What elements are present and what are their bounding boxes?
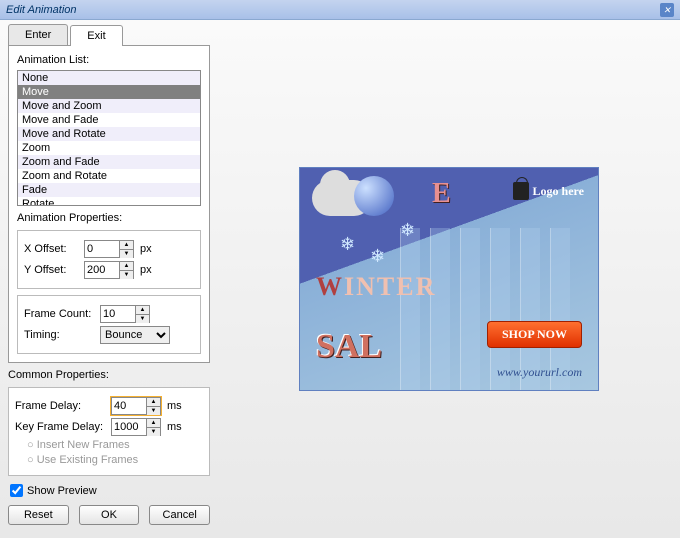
spinner[interactable]: ▲▼ [135,306,149,322]
unit-px: px [140,243,152,255]
tabs: Enter Exit [8,24,210,45]
list-item[interactable]: Zoom [18,141,200,155]
preview-area: E Logo here ❄ ❄ ❄ WINTER SAL SHOP NOW ww… [218,20,680,538]
banner-url: www.yoururl.com [497,365,582,380]
banner-logo: Logo here [513,182,584,200]
list-item[interactable]: Move and Fade [18,113,200,127]
spinner[interactable]: ▲▼ [119,262,133,278]
tab-content: Animation List: None Move Move and Zoom … [8,45,210,363]
globe-icon [354,176,394,216]
unit-ms: ms [167,400,182,412]
frame-timing-group: Frame Count: ▲▼ Timing: Bounce [17,295,201,354]
spinner[interactable]: ▲▼ [146,398,160,414]
tab-enter[interactable]: Enter [8,24,68,45]
xoffset-input[interactable] [85,241,119,257]
controls-panel: Enter Exit Animation List: None Move Mov… [0,20,218,538]
ok-button[interactable]: OK [79,505,140,525]
list-item[interactable]: Zoom and Rotate [18,169,200,183]
animation-list-label: Animation List: [17,54,201,66]
main-area: Enter Exit Animation List: None Move Mov… [0,20,680,538]
animation-list[interactable]: None Move Move and Zoom Move and Fade Mo… [17,70,201,206]
banner-sal: SAL [316,328,382,366]
reset-button[interactable]: Reset [8,505,69,525]
list-item[interactable]: Zoom and Fade [18,155,200,169]
insert-frames-radio: ○ Insert New Frames [27,439,203,451]
animation-properties-label: Animation Properties: [17,212,201,224]
cancel-button[interactable]: Cancel [149,505,210,525]
list-item[interactable]: None [18,71,200,85]
spinner[interactable]: ▲▼ [119,241,133,257]
banner-winter: WINTER [316,272,436,302]
list-item[interactable]: Move and Zoom [18,99,200,113]
animation-properties-group: X Offset: ▲▼ px Y Offset: ▲▼ px [17,230,201,289]
timing-label: Timing: [24,329,96,341]
close-icon[interactable]: ✕ [660,3,674,17]
timing-select[interactable]: Bounce [100,326,170,344]
spinner[interactable]: ▲▼ [146,419,160,435]
xoffset-label: X Offset: [24,243,80,255]
framedelay-input[interactable] [112,398,146,414]
keyframedelay-input[interactable] [112,419,146,435]
titlebar: Edit Animation ✕ [0,0,680,20]
use-existing-radio: ○ Use Existing Frames [27,454,203,466]
banner-letter: E [432,178,451,210]
shop-now-button[interactable]: SHOP NOW [487,321,582,348]
framedelay-label: Frame Delay: [15,400,107,412]
common-properties-label: Common Properties: [8,369,210,381]
tab-exit[interactable]: Exit [70,25,122,46]
unit-ms: ms [167,421,182,433]
list-item[interactable]: Move [18,85,200,99]
list-item[interactable]: Move and Rotate [18,127,200,141]
yoffset-label: Y Offset: [24,264,80,276]
list-item[interactable]: Fade [18,183,200,197]
framecount-label: Frame Count: [24,308,96,320]
banner-preview: E Logo here ❄ ❄ ❄ WINTER SAL SHOP NOW ww… [299,167,599,391]
list-item[interactable]: Rotate [18,197,200,206]
common-properties-group: Frame Delay: ▲▼ ms Key Frame Delay: ▲▼ m… [8,387,210,476]
show-preview-label: Show Preview [27,485,97,497]
keyframedelay-label: Key Frame Delay: [15,421,107,433]
framecount-input[interactable] [101,306,135,322]
bag-icon [513,182,529,200]
unit-px: px [140,264,152,276]
window-title: Edit Animation [6,4,77,16]
show-preview-checkbox[interactable] [10,484,23,497]
yoffset-input[interactable] [85,262,119,278]
